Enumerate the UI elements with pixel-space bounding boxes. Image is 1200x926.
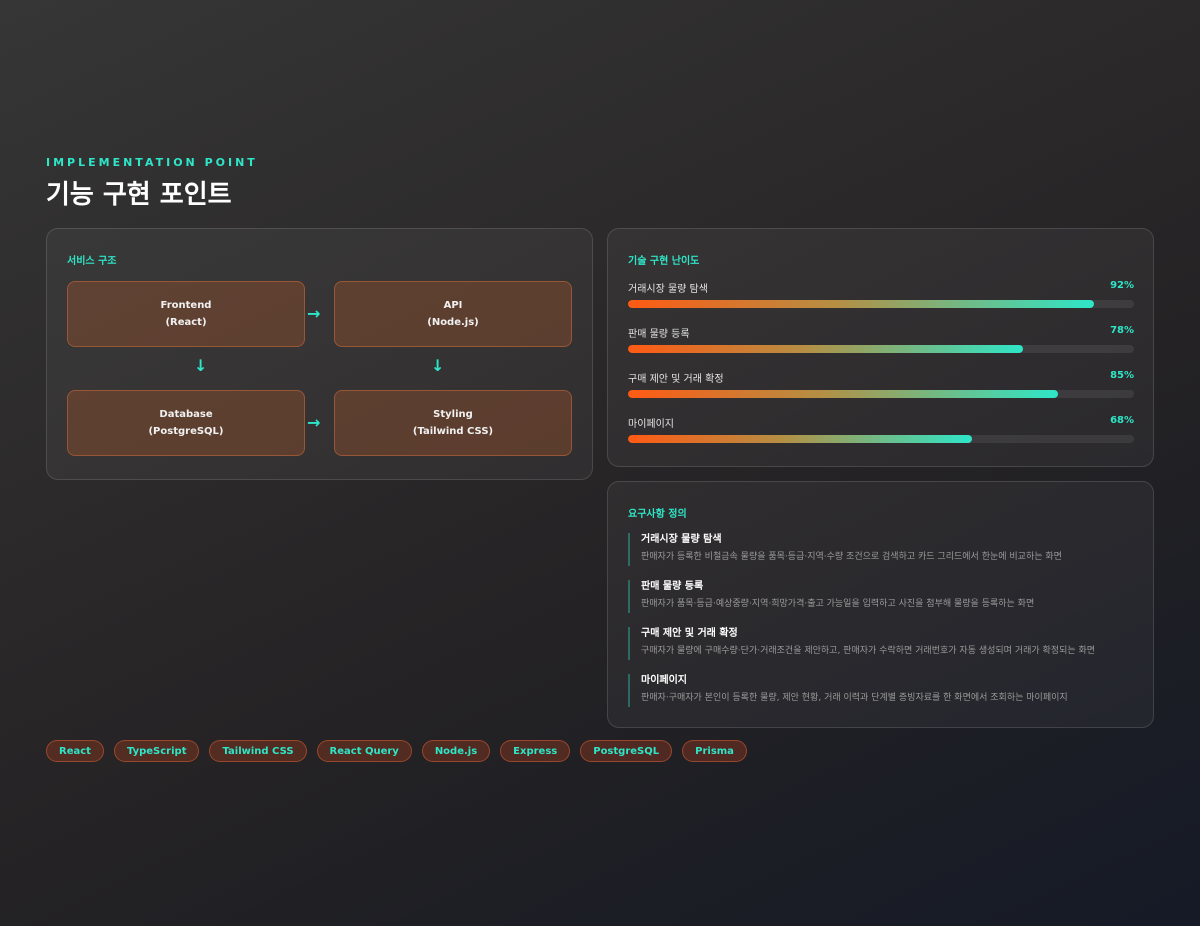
node-api: API (Node.js) [334, 281, 572, 347]
requirement-item: 판매 물량 등록 판매자가 품목·등급·예상중량·지역·희망가격·출고 가능일을… [628, 580, 1134, 613]
requirement-title: 판매 물량 등록 [641, 581, 704, 592]
node-tech: (Tailwind CSS) [412, 426, 494, 437]
progress-fill [628, 345, 1023, 353]
progress-fill [628, 390, 1059, 398]
difficulty-label: 마이페이지 [628, 419, 674, 430]
requirement-desc: 판매자가 등록한 비철금속 물량을 품목·등급·지역·수량 조건으로 검색하고 … [641, 552, 1062, 562]
requirements-card: 요구사항 정의 거래시장 물량 탐색 판매자가 등록한 비철금속 물량을 품목·… [607, 481, 1154, 728]
difficulty-label: 판매 물량 등록 [628, 329, 690, 340]
node-name: API [443, 300, 463, 311]
requirement-title: 구매 제안 및 거래 확정 [641, 628, 738, 639]
progress-track [628, 345, 1134, 353]
node-tech: (React) [165, 317, 207, 328]
node-name: Database [159, 409, 213, 420]
difficulty-value: 92% [1110, 280, 1134, 291]
architecture-title: 서비스 구조 [67, 256, 117, 267]
node-name: Styling [433, 409, 473, 420]
progress-track [628, 435, 1134, 443]
progress-track [628, 390, 1134, 398]
tech-tag: React [46, 740, 104, 762]
node-styling: Styling (Tailwind CSS) [334, 390, 572, 456]
requirement-desc: 판매자가 품목·등급·예상중량·지역·희망가격·출고 가능일을 입력하고 사진을… [641, 599, 1035, 609]
tech-tag: Tailwind CSS [209, 740, 307, 762]
tech-tag: PostgreSQL [580, 740, 673, 762]
arrow-right-icon: → [307, 304, 321, 323]
architecture-card: 서비스 구조 Frontend (React) API (Node.js) Da… [46, 228, 593, 480]
difficulty-value: 78% [1110, 325, 1134, 336]
difficulty-value: 68% [1110, 415, 1134, 426]
node-frontend: Frontend (React) [67, 281, 305, 347]
progress-fill [628, 300, 1094, 308]
node-database: Database (PostgreSQL) [67, 390, 305, 456]
tech-tag: Node.js [421, 740, 491, 762]
requirement-desc: 판매자·구매자가 본인이 등록한 물량, 제안 현황, 거래 이력과 단계별 증… [641, 693, 1068, 703]
tech-tag: React Query [316, 740, 412, 762]
progress-fill [628, 435, 973, 443]
section-kicker: IMPLEMENTATION POINT [46, 156, 258, 169]
difficulty-label: 구매 제안 및 거래 확정 [628, 374, 724, 385]
tech-tag-list: React TypeScript Tailwind CSS React Quer… [46, 740, 747, 762]
arrow-down-icon: ↓ [194, 356, 208, 375]
requirements-title: 요구사항 정의 [628, 509, 687, 520]
requirement-item: 마이페이지 판매자·구매자가 본인이 등록한 물량, 제안 현황, 거래 이력과… [628, 674, 1134, 707]
requirement-desc: 구매자가 물량에 구매수량·단가·거래조건을 제안하고, 판매자가 수락하면 거… [641, 646, 1096, 656]
arrow-right-icon: → [307, 413, 321, 432]
difficulty-label: 거래시장 물량 탐색 [628, 284, 708, 295]
requirement-title: 마이페이지 [641, 675, 687, 686]
difficulty-title: 기술 구현 난이도 [628, 256, 700, 267]
tech-tag: TypeScript [113, 740, 200, 762]
page-title: 기능 구현 포인트 [46, 180, 232, 210]
arrow-down-icon: ↓ [431, 356, 445, 375]
node-tech: (Node.js) [427, 317, 479, 328]
node-name: Frontend [160, 300, 212, 311]
requirement-item: 구매 제안 및 거래 확정 구매자가 물량에 구매수량·단가·거래조건을 제안하… [628, 627, 1134, 660]
requirement-item: 거래시장 물량 탐색 판매자가 등록한 비철금속 물량을 품목·등급·지역·수량… [628, 533, 1134, 566]
difficulty-card: 기술 구현 난이도 거래시장 물량 탐색 92% 판매 물량 등록 78% 구매… [607, 228, 1154, 467]
requirement-title: 거래시장 물량 탐색 [641, 534, 722, 545]
tech-tag: Prisma [682, 740, 747, 762]
difficulty-value: 85% [1110, 370, 1134, 381]
tech-tag: Express [500, 740, 571, 762]
node-tech: (PostgreSQL) [148, 426, 224, 437]
progress-track [628, 300, 1134, 308]
